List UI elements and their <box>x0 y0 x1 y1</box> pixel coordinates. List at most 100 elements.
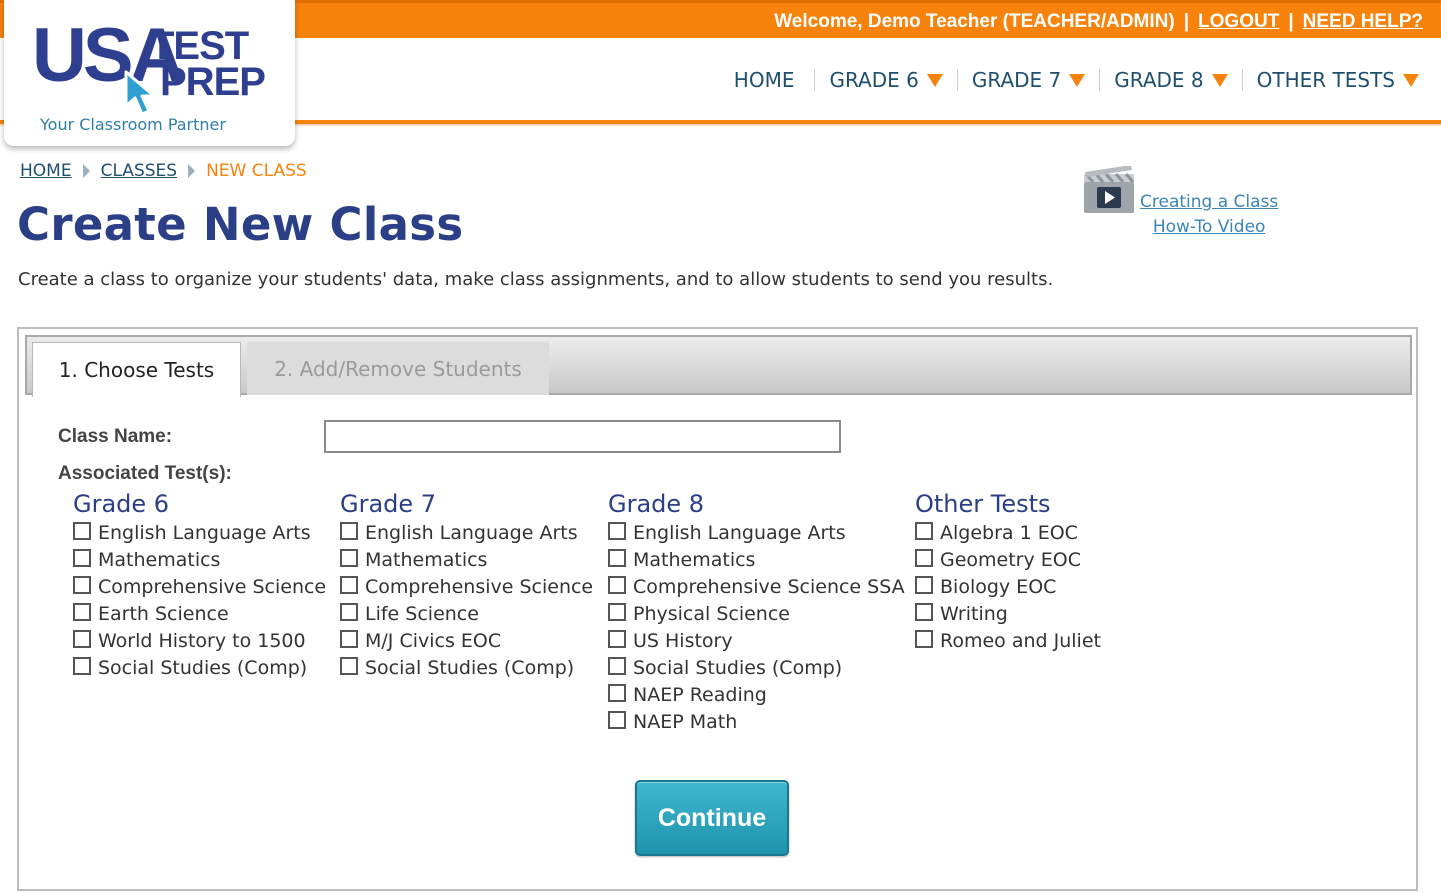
nav-grade-8[interactable]: GRADE 8 <box>1114 68 1228 92</box>
nav-grade-7-label: GRADE 7 <box>971 68 1062 92</box>
test-option[interactable]: English Language Arts <box>608 519 905 546</box>
test-option-label: Earth Science <box>98 602 229 625</box>
checkbox[interactable] <box>73 602 91 621</box>
class-name-label: Class Name: <box>58 426 173 447</box>
test-option[interactable]: Comprehensive Science <box>73 573 326 600</box>
checkbox[interactable] <box>608 521 626 540</box>
logo-prep-text: PREP <box>160 60 266 104</box>
checkbox[interactable] <box>340 575 358 594</box>
checkbox[interactable] <box>915 575 933 594</box>
caret-down-icon <box>1211 73 1228 87</box>
video-link-line-1: Creating a Class <box>1140 192 1279 212</box>
checkbox[interactable] <box>340 548 358 567</box>
test-option[interactable]: Algebra 1 EOC <box>915 519 1101 546</box>
test-option-label: Romeo and Juliet <box>940 629 1101 652</box>
test-group-grade-8: Grade 8 English Language Arts Mathematic… <box>608 489 905 735</box>
tab-choose-tests[interactable]: 1. Choose Tests <box>32 342 241 397</box>
nav-home[interactable]: HOME <box>734 68 801 92</box>
nav-divider <box>1099 69 1101 91</box>
test-option[interactable]: Social Studies (Comp) <box>73 654 326 681</box>
checkbox[interactable] <box>73 656 91 675</box>
chevron-right-icon <box>188 164 196 178</box>
breadcrumb: HOME CLASSES NEW CLASS <box>20 161 307 181</box>
create-class-panel: 1. Choose Tests 2. Add/Remove Students C… <box>17 327 1418 891</box>
test-option[interactable]: US History <box>608 627 905 654</box>
breadcrumb-home[interactable]: HOME <box>20 161 72 181</box>
test-option[interactable]: English Language Arts <box>340 519 593 546</box>
test-group-grade-7: Grade 7 English Language Arts Mathematic… <box>340 489 593 681</box>
test-option-label: Mathematics <box>633 548 756 571</box>
checkbox[interactable] <box>608 656 626 675</box>
test-option[interactable]: Romeo and Juliet <box>915 627 1101 654</box>
continue-button[interactable]: Continue <box>635 780 789 856</box>
checkbox[interactable] <box>73 629 91 648</box>
test-option[interactable]: NAEP Reading <box>608 681 905 708</box>
test-option[interactable]: Biology EOC <box>915 573 1101 600</box>
associated-tests-label: Associated Test(s): <box>58 463 232 484</box>
test-option-label: Comprehensive Science <box>98 575 327 598</box>
test-option[interactable]: Social Studies (Comp) <box>608 654 905 681</box>
need-help-link[interactable]: NEED HELP? <box>1303 11 1423 32</box>
checkbox[interactable] <box>915 548 933 567</box>
checkbox[interactable] <box>73 575 91 594</box>
tab-bar: 1. Choose Tests 2. Add/Remove Students <box>25 335 1412 397</box>
checkbox[interactable] <box>915 629 933 648</box>
test-option[interactable]: Comprehensive Science <box>340 573 593 600</box>
checkbox[interactable] <box>608 683 626 702</box>
nav-divider <box>814 69 816 91</box>
test-option-label: English Language Arts <box>98 521 311 544</box>
nav-grade-7[interactable]: GRADE 7 <box>971 68 1086 92</box>
video-link-line-2: How-To Video <box>1152 217 1266 237</box>
test-option[interactable]: Mathematics <box>608 546 905 573</box>
checkbox[interactable] <box>340 521 358 540</box>
nav-other-tests[interactable]: OTHER TESTS <box>1257 68 1419 92</box>
test-option[interactable]: NAEP Math <box>608 708 905 735</box>
chevron-right-icon <box>82 164 90 178</box>
nav-grade-6[interactable]: GRADE 6 <box>829 68 943 92</box>
test-option-label: English Language Arts <box>365 521 578 544</box>
test-option[interactable]: Comprehensive Science SSA <box>608 573 905 600</box>
test-option[interactable]: Social Studies (Comp) <box>340 654 593 681</box>
checkbox[interactable] <box>340 602 358 621</box>
tab-add-remove-students[interactable]: 2. Add/Remove Students <box>247 342 549 395</box>
test-option-label: Biology EOC <box>940 575 1057 598</box>
checkbox[interactable] <box>608 629 626 648</box>
test-option[interactable]: World History to 1500 <box>73 627 326 654</box>
group-heading: Grade 8 <box>608 490 705 518</box>
checkbox[interactable] <box>340 656 358 675</box>
page-title: Create New Class <box>17 198 464 251</box>
test-option-label: Social Studies (Comp) <box>98 656 308 679</box>
logo[interactable]: USA TEST PREP Your Classroom Partner <box>4 0 295 146</box>
how-to-video-link[interactable]: Creating a Class How-To Video <box>1140 190 1278 240</box>
checkbox[interactable] <box>915 521 933 540</box>
caret-down-icon <box>926 73 943 87</box>
video-clapperboard-icon[interactable] <box>1083 166 1135 214</box>
checkbox[interactable] <box>608 548 626 567</box>
test-group-other-tests: Other Tests Algebra 1 EOC Geometry EOC B… <box>915 489 1101 654</box>
welcome-text: Welcome, Demo Teacher (TEACHER/ADMIN) <box>774 11 1175 32</box>
test-option[interactable]: Life Science <box>340 600 593 627</box>
test-option[interactable]: Mathematics <box>73 546 326 573</box>
separator: | <box>1288 11 1294 32</box>
checkbox[interactable] <box>340 629 358 648</box>
checkbox[interactable] <box>73 521 91 540</box>
test-option[interactable]: M/J Civics EOC <box>340 627 593 654</box>
checkbox[interactable] <box>608 602 626 621</box>
test-option[interactable]: Geometry EOC <box>915 546 1101 573</box>
checkbox[interactable] <box>915 602 933 621</box>
breadcrumb-classes[interactable]: CLASSES <box>101 161 177 181</box>
test-option[interactable]: Physical Science <box>608 600 905 627</box>
checkbox[interactable] <box>608 710 626 729</box>
checkbox[interactable] <box>608 575 626 594</box>
test-group-grade-6: Grade 6 English Language Arts Mathematic… <box>73 489 326 681</box>
checkbox[interactable] <box>73 548 91 567</box>
test-option[interactable]: Writing <box>915 600 1101 627</box>
test-option[interactable]: Mathematics <box>340 546 593 573</box>
nav-other-tests-label: OTHER TESTS <box>1256 68 1395 92</box>
test-option-label: M/J Civics EOC <box>365 629 502 652</box>
test-option[interactable]: English Language Arts <box>73 519 326 546</box>
separator: | <box>1183 11 1190 32</box>
logout-link[interactable]: LOGOUT <box>1198 11 1279 32</box>
test-option[interactable]: Earth Science <box>73 600 326 627</box>
class-name-input[interactable] <box>324 420 841 453</box>
